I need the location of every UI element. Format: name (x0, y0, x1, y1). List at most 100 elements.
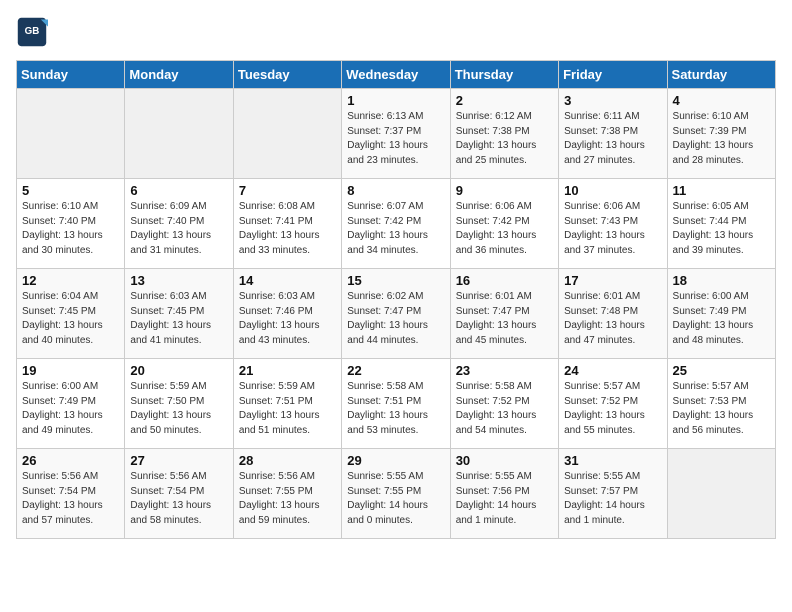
day-info: Sunrise: 6:06 AM Sunset: 7:43 PM Dayligh… (564, 200, 661, 258)
calendar-cell: 8 Sunrise: 6:07 AM Sunset: 7:42 PM Daylig… (342, 179, 450, 269)
header-thursday: Thursday (450, 61, 558, 89)
calendar-cell: 18 Sunrise: 6:00 AM Sunset: 7:49 PM Dayli… (667, 269, 775, 359)
day-number: 4 (673, 93, 770, 108)
calendar-cell: 25 Sunrise: 5:57 AM Sunset: 7:53 PM Dayli… (667, 359, 775, 449)
day-number: 10 (564, 183, 661, 198)
day-info: Sunrise: 5:56 AM Sunset: 7:54 PM Dayligh… (22, 470, 119, 528)
day-number: 16 (456, 273, 553, 288)
calendar-cell: 5 Sunrise: 6:10 AM Sunset: 7:40 PM Daylig… (17, 179, 125, 269)
day-number: 18 (673, 273, 770, 288)
day-info: Sunrise: 6:05 AM Sunset: 7:44 PM Dayligh… (673, 200, 770, 258)
calendar-cell: 6 Sunrise: 6:09 AM Sunset: 7:40 PM Daylig… (125, 179, 233, 269)
calendar-cell: 23 Sunrise: 5:58 AM Sunset: 7:52 PM Dayli… (450, 359, 558, 449)
calendar-cell (233, 89, 341, 179)
day-info: Sunrise: 5:55 AM Sunset: 7:56 PM Dayligh… (456, 470, 553, 528)
day-number: 5 (22, 183, 119, 198)
calendar-cell: 2 Sunrise: 6:12 AM Sunset: 7:38 PM Daylig… (450, 89, 558, 179)
calendar-cell (667, 449, 775, 539)
day-info: Sunrise: 6:12 AM Sunset: 7:38 PM Dayligh… (456, 110, 553, 168)
calendar-cell: 17 Sunrise: 6:01 AM Sunset: 7:48 PM Dayli… (559, 269, 667, 359)
day-number: 29 (347, 453, 444, 468)
header-wednesday: Wednesday (342, 61, 450, 89)
day-number: 17 (564, 273, 661, 288)
day-number: 14 (239, 273, 336, 288)
day-number: 8 (347, 183, 444, 198)
calendar-cell: 13 Sunrise: 6:03 AM Sunset: 7:45 PM Dayli… (125, 269, 233, 359)
day-info: Sunrise: 6:11 AM Sunset: 7:38 PM Dayligh… (564, 110, 661, 168)
day-info: Sunrise: 5:59 AM Sunset: 7:51 PM Dayligh… (239, 380, 336, 438)
day-number: 21 (239, 363, 336, 378)
day-info: Sunrise: 5:57 AM Sunset: 7:52 PM Dayligh… (564, 380, 661, 438)
header-monday: Monday (125, 61, 233, 89)
calendar-cell: 11 Sunrise: 6:05 AM Sunset: 7:44 PM Dayli… (667, 179, 775, 269)
day-number: 2 (456, 93, 553, 108)
day-info: Sunrise: 5:55 AM Sunset: 7:55 PM Dayligh… (347, 470, 444, 528)
day-info: Sunrise: 6:13 AM Sunset: 7:37 PM Dayligh… (347, 110, 444, 168)
calendar-cell: 16 Sunrise: 6:01 AM Sunset: 7:47 PM Dayli… (450, 269, 558, 359)
calendar-cell (17, 89, 125, 179)
day-info: Sunrise: 6:10 AM Sunset: 7:39 PM Dayligh… (673, 110, 770, 168)
calendar-cell: 27Sunrise: 5:56 AM Sunset: 7:54 PM Dayli… (125, 449, 233, 539)
header-sunday: Sunday (17, 61, 125, 89)
day-info: Sunrise: 6:02 AM Sunset: 7:47 PM Dayligh… (347, 290, 444, 348)
day-number: 1 (347, 93, 444, 108)
day-info: Sunrise: 5:58 AM Sunset: 7:51 PM Dayligh… (347, 380, 444, 438)
day-info: Sunrise: 5:57 AM Sunset: 7:53 PM Dayligh… (673, 380, 770, 438)
day-info: Sunrise: 6:03 AM Sunset: 7:45 PM Dayligh… (130, 290, 227, 348)
calendar-cell: 4 Sunrise: 6:10 AM Sunset: 7:39 PM Daylig… (667, 89, 775, 179)
calendar-cell: 28Sunrise: 5:56 AM Sunset: 7:55 PM Dayli… (233, 449, 341, 539)
calendar-cell: 29 Sunrise: 5:55 AM Sunset: 7:55 PM Dayli… (342, 449, 450, 539)
day-number: 25 (673, 363, 770, 378)
calendar-cell: 22Sunrise: 5:58 AM Sunset: 7:51 PM Dayli… (342, 359, 450, 449)
calendar-header-row: SundayMondayTuesdayWednesdayThursdayFrid… (17, 61, 776, 89)
day-info: Sunrise: 6:06 AM Sunset: 7:42 PM Dayligh… (456, 200, 553, 258)
day-number: 6 (130, 183, 227, 198)
day-info: Sunrise: 6:01 AM Sunset: 7:48 PM Dayligh… (564, 290, 661, 348)
calendar-cell: 14 Sunrise: 6:03 AM Sunset: 7:46 PM Dayli… (233, 269, 341, 359)
day-info: Sunrise: 6:10 AM Sunset: 7:40 PM Dayligh… (22, 200, 119, 258)
day-info: Sunrise: 6:07 AM Sunset: 7:42 PM Dayligh… (347, 200, 444, 258)
calendar-cell: 15 Sunrise: 6:02 AM Sunset: 7:47 PM Dayli… (342, 269, 450, 359)
day-info: Sunrise: 6:08 AM Sunset: 7:41 PM Dayligh… (239, 200, 336, 258)
day-number: 26 (22, 453, 119, 468)
calendar-week-2: 5 Sunrise: 6:10 AM Sunset: 7:40 PM Daylig… (17, 179, 776, 269)
day-number: 30 (456, 453, 553, 468)
day-number: 7 (239, 183, 336, 198)
day-info: Sunrise: 6:09 AM Sunset: 7:40 PM Dayligh… (130, 200, 227, 258)
header-friday: Friday (559, 61, 667, 89)
header-tuesday: Tuesday (233, 61, 341, 89)
calendar-cell: 9Sunrise: 6:06 AM Sunset: 7:42 PM Daylig… (450, 179, 558, 269)
calendar-cell (125, 89, 233, 179)
calendar-cell: 12Sunrise: 6:04 AM Sunset: 7:45 PM Dayli… (17, 269, 125, 359)
calendar-week-1: 1 Sunrise: 6:13 AM Sunset: 7:37 PM Daylig… (17, 89, 776, 179)
day-number: 24 (564, 363, 661, 378)
calendar-cell: 7 Sunrise: 6:08 AM Sunset: 7:41 PM Daylig… (233, 179, 341, 269)
day-number: 12 (22, 273, 119, 288)
calendar-week-3: 12Sunrise: 6:04 AM Sunset: 7:45 PM Dayli… (17, 269, 776, 359)
day-info: Sunrise: 6:00 AM Sunset: 7:49 PM Dayligh… (22, 380, 119, 438)
day-number: 31 (564, 453, 661, 468)
calendar-cell: 30 Sunrise: 5:55 AM Sunset: 7:56 PM Dayli… (450, 449, 558, 539)
day-number: 19 (22, 363, 119, 378)
svg-text:GB: GB (25, 26, 40, 37)
day-number: 20 (130, 363, 227, 378)
calendar-week-4: 19 Sunrise: 6:00 AM Sunset: 7:49 PM Dayli… (17, 359, 776, 449)
day-number: 15 (347, 273, 444, 288)
day-info: Sunrise: 6:03 AM Sunset: 7:46 PM Dayligh… (239, 290, 336, 348)
day-info: Sunrise: 6:00 AM Sunset: 7:49 PM Dayligh… (673, 290, 770, 348)
calendar-cell: 20Sunrise: 5:59 AM Sunset: 7:50 PM Dayli… (125, 359, 233, 449)
day-info: Sunrise: 6:01 AM Sunset: 7:47 PM Dayligh… (456, 290, 553, 348)
calendar-cell: 1 Sunrise: 6:13 AM Sunset: 7:37 PM Daylig… (342, 89, 450, 179)
day-number: 11 (673, 183, 770, 198)
logo-icon: GB (16, 16, 48, 48)
day-number: 13 (130, 273, 227, 288)
calendar-cell: 19 Sunrise: 6:00 AM Sunset: 7:49 PM Dayli… (17, 359, 125, 449)
day-number: 3 (564, 93, 661, 108)
day-info: Sunrise: 5:58 AM Sunset: 7:52 PM Dayligh… (456, 380, 553, 438)
day-info: Sunrise: 5:56 AM Sunset: 7:54 PM Dayligh… (130, 470, 227, 528)
calendar-cell: 3 Sunrise: 6:11 AM Sunset: 7:38 PM Daylig… (559, 89, 667, 179)
calendar-cell: 21 Sunrise: 5:59 AM Sunset: 7:51 PM Dayli… (233, 359, 341, 449)
day-number: 28 (239, 453, 336, 468)
calendar-cell: 24 Sunrise: 5:57 AM Sunset: 7:52 PM Dayli… (559, 359, 667, 449)
day-number: 23 (456, 363, 553, 378)
